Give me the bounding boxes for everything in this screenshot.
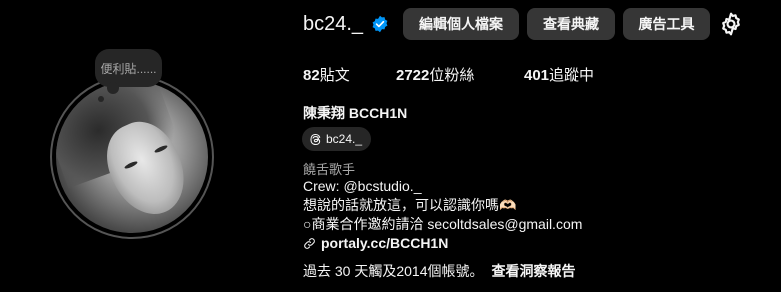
- link-icon: [304, 238, 315, 249]
- following-label: 追蹤中: [549, 67, 595, 84]
- following-count: 401: [524, 67, 550, 84]
- view-archive-button[interactable]: 查看典藏: [527, 8, 615, 40]
- username-row: bc24._: [303, 8, 389, 40]
- edit-profile-button[interactable]: 編輯個人檔案: [403, 8, 519, 40]
- view-insights-link[interactable]: 查看洞察報告: [492, 263, 576, 279]
- ad-tools-button[interactable]: 廣告工具: [623, 8, 710, 40]
- profile-stats: 82 貼文 2722 位粉絲 401 追蹤中: [303, 64, 594, 85]
- note-bubble-dot: [98, 96, 104, 102]
- note-bubble[interactable]: 便利貼......: [95, 49, 162, 94]
- threads-badge[interactable]: bc24._: [302, 127, 372, 151]
- followers-label: 位粉絲: [429, 67, 475, 84]
- insights-row: 過去 30 天觸及2014個帳號。 查看洞察報告: [303, 261, 576, 281]
- avatar-ring[interactable]: [50, 75, 214, 239]
- posts-label: 貼文: [319, 67, 350, 84]
- followers-count: 2722: [396, 67, 430, 84]
- threads-icon: [310, 133, 321, 145]
- bio-line: Crew: @bcstudio._: [303, 178, 422, 194]
- verified-badge-icon: [372, 15, 388, 33]
- bio: Crew: @bcstudio._ 想說的話就放這，可以認識你嗎🫶🏻 ○商業合作…: [303, 177, 582, 253]
- insights-text: 過去 30 天觸及2014個帳號。: [303, 263, 484, 279]
- following-stat[interactable]: 401 追蹤中: [524, 64, 594, 85]
- profile-category: 饒舌歌手: [303, 162, 356, 177]
- bio-link[interactable]: portaly.cc/BCCH1N: [321, 234, 448, 253]
- followers-stat[interactable]: 2722 位粉絲: [396, 64, 524, 85]
- bio-line: ○商業合作邀約請洽 secoltdsales@gmail.com: [303, 216, 583, 232]
- avatar[interactable]: [56, 81, 208, 233]
- bio-line: 想說的話就放這，可以認識你嗎🫶🏻: [303, 197, 517, 213]
- settings-gear-icon[interactable]: [718, 11, 744, 37]
- note-text: 便利貼......: [100, 61, 157, 76]
- bio-link-row[interactable]: portaly.cc/BCCH1N: [303, 234, 582, 253]
- full-name: 陳秉翔 BCCH1N: [303, 105, 408, 121]
- username: bc24._: [303, 12, 364, 35]
- posts-count: 82: [303, 67, 320, 84]
- threads-handle: bc24._: [326, 132, 363, 146]
- posts-stat: 82 貼文: [303, 64, 396, 85]
